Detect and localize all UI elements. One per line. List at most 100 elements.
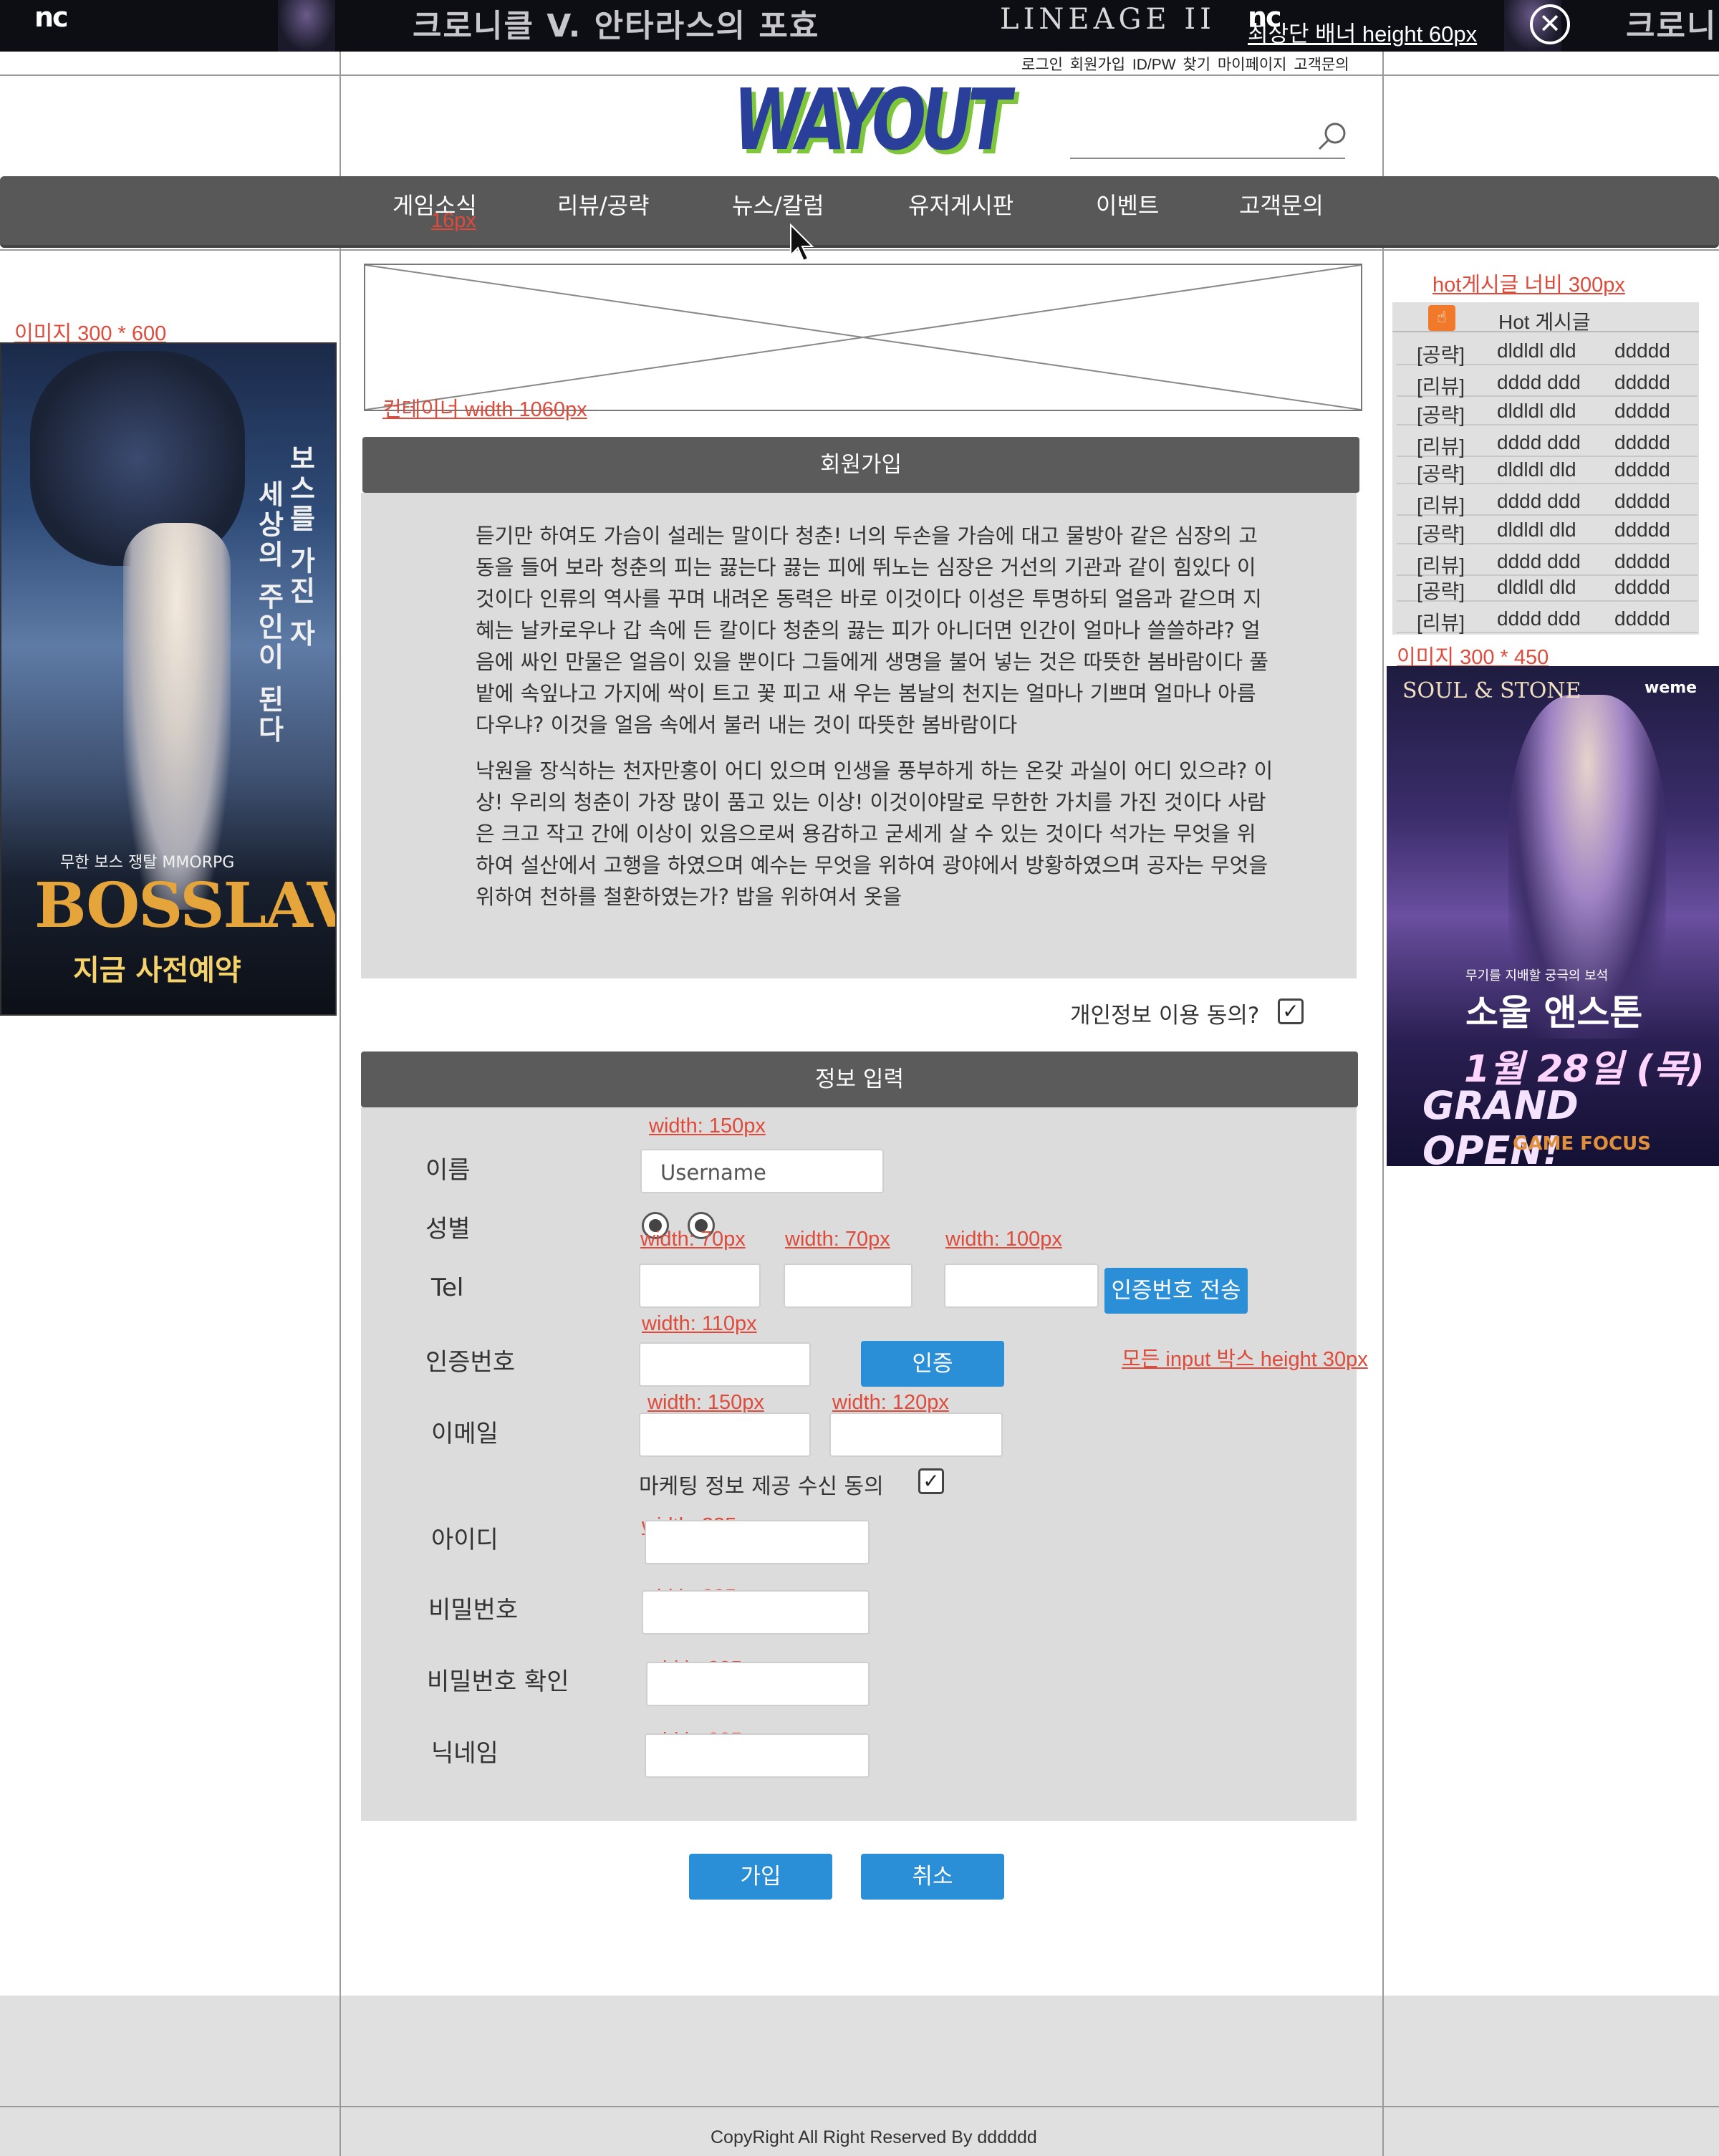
id-label: 아이디	[431, 1526, 499, 1554]
id-input[interactable]	[645, 1520, 870, 1564]
hot-row-tag: [공략]	[1417, 523, 1465, 545]
hot-board-row[interactable]: [공략] dldldl dld ddddd	[1397, 456, 1698, 485]
hot-board-row[interactable]: [리뷰] dddd ddd ddddd	[1397, 428, 1698, 458]
hot-row-author: ddddd	[1614, 340, 1670, 362]
email2-width-note: width: 120px	[832, 1391, 949, 1414]
info-form-box	[361, 1107, 1357, 1821]
ad-game-name: BOSSLAVE	[34, 870, 335, 942]
banner-character-image	[278, 0, 335, 52]
hot-row-title: dldldl dld	[1497, 519, 1576, 541]
search-icon[interactable]	[1315, 119, 1349, 153]
container-width-note: 컨테이너 width 1060px	[382, 398, 587, 421]
email-label: 이메일	[431, 1420, 499, 1448]
auth-width-note: width: 110px	[642, 1312, 757, 1335]
hot-row-tag: [공략]	[1417, 580, 1465, 602]
nav-divider	[0, 249, 1719, 251]
placeholder-cross	[365, 265, 1361, 410]
marketing-agree-checkbox[interactable]: ✓	[918, 1468, 944, 1494]
hot-row-title: dddd ddd	[1497, 490, 1581, 512]
name-input[interactable]: Username	[640, 1149, 884, 1193]
nickname-label: 닉네임	[431, 1739, 499, 1768]
password-input[interactable]	[642, 1590, 870, 1635]
hot-row-title: dldldl dld	[1497, 458, 1576, 481]
hot-board-row[interactable]: [리뷰] dddd ddd ddddd	[1397, 605, 1698, 634]
hot-row-author: ddddd	[1614, 400, 1670, 422]
right-ad-banner[interactable]: SOUL & STONE weme 무기를 지배할 궁극의 보석 소울 앤스톤 …	[1387, 666, 1719, 1166]
hot-row-tag: [리뷰]	[1417, 612, 1465, 634]
tel3-width-note: width: 100px	[945, 1228, 1062, 1251]
hot-row-tag: [리뷰]	[1417, 375, 1465, 398]
main-banner-placeholder	[364, 264, 1362, 411]
hot-row-author: ddddd	[1614, 576, 1670, 598]
email1-width-note: width: 150px	[647, 1391, 764, 1414]
left-ad-banner[interactable]: 보스를 가진 자 세상의 주인이 된다 무한 보스 쟁탈 MMORPG BOSS…	[0, 342, 337, 1016]
hot-board-row[interactable]: [리뷰] dddd ddd ddddd	[1397, 368, 1698, 398]
hot-board-row[interactable]: [공략] dldldl dld ddddd	[1397, 397, 1698, 426]
hot-row-author: ddddd	[1614, 519, 1670, 541]
copyright: CopyRight All Right Reserved By dddddd	[711, 2127, 1037, 2147]
hot-row-author: ddddd	[1614, 490, 1670, 512]
nav-item-board[interactable]: 유저게시판	[908, 188, 1013, 221]
tel-input-2[interactable]	[784, 1264, 913, 1308]
email-id-input[interactable]	[639, 1413, 811, 1457]
hot-row-title: dddd ddd	[1497, 607, 1581, 630]
hot-row-tag: [리뷰]	[1417, 494, 1465, 516]
nav-font-note: 16px	[431, 209, 476, 232]
input-height-note: 모든 input 박스 height 30px	[1122, 1348, 1368, 1371]
footer-divider	[0, 2106, 1719, 2107]
privacy-agree-label: 개인정보 이용 동의?	[1070, 1003, 1260, 1029]
hot-board-row[interactable]: [리뷰] dddd ddd ddddd	[1397, 547, 1698, 577]
ad-gamefocus-logo: GAME FOCUS	[1513, 1133, 1651, 1155]
ad-title: 소울 앤스톤	[1465, 992, 1643, 1034]
nc-logo: nc	[34, 1, 69, 33]
nav-item-event[interactable]: 이벤트	[1096, 188, 1159, 221]
hot-row-title: dldldl dld	[1497, 576, 1576, 598]
name-width-note: width: 150px	[649, 1115, 766, 1137]
banner-title-repeat: 크로니클	[1626, 8, 1718, 44]
hot-board-row[interactable]: [리뷰] dddd ddd ddddd	[1397, 487, 1698, 516]
tel-input-1[interactable]	[639, 1264, 761, 1308]
hot-board-row[interactable]: [공략] dldldl dld ddddd	[1397, 337, 1698, 366]
privacy-agree-checkbox[interactable]: ✓	[1278, 998, 1304, 1024]
password-confirm-input[interactable]	[646, 1662, 870, 1706]
hot-row-tag: [공략]	[1417, 463, 1465, 485]
cancel-button[interactable]: 취소	[861, 1854, 1004, 1900]
nav-item-support[interactable]: 고객문의	[1239, 188, 1324, 221]
send-code-button[interactable]: 인증번호 전송	[1104, 1268, 1248, 1314]
hot-row-author: ddddd	[1614, 550, 1670, 572]
nickname-input[interactable]	[645, 1733, 870, 1778]
wayout-logo[interactable]: WAYOUT WAYOUT	[733, 73, 1020, 166]
auth-code-input[interactable]	[639, 1342, 811, 1387]
marketing-agree-label: 마케팅 정보 제공 수신 동의	[639, 1474, 884, 1499]
logo-text: WAYOUT	[733, 73, 1016, 166]
cursor-icon	[790, 223, 814, 262]
utility-links[interactable]: 로그인 회원가입 ID/PW 찾기 마이페이지 고객문의	[1021, 53, 1349, 74]
ad-game-logo: SOUL & STONE	[1402, 678, 1581, 703]
info-header: 정보 입력	[361, 1051, 1358, 1107]
email-domain-input[interactable]	[829, 1413, 1003, 1457]
terms-text[interactable]: 듣기만 하여도 가슴이 설레는 말이다 청춘! 너의 두손을 가슴에 대고 물방…	[476, 520, 1275, 933]
nav-item-column[interactable]: 뉴스/칼럼	[732, 188, 824, 221]
verify-button[interactable]: 인증	[861, 1341, 1004, 1387]
banner-title: 크로니클 V. 안타라스의 포효	[413, 8, 820, 44]
main-nav	[0, 176, 1719, 248]
hot-board-row[interactable]: [공략] dldldl dld ddddd	[1397, 573, 1698, 602]
hot-row-title: dddd ddd	[1497, 431, 1581, 453]
ad-cta: 지금 사전예약	[73, 954, 241, 987]
footer-left-guide	[340, 1996, 341, 2156]
hot-board-row[interactable]: [공략] dldldl dld ddddd	[1397, 516, 1698, 545]
hot-board-title: Hot 게시글	[1498, 311, 1591, 333]
container-left-guide	[340, 52, 341, 2156]
close-icon[interactable]: ✕	[1530, 4, 1570, 44]
ad-publisher-logo: weme	[1645, 679, 1698, 697]
container-right-guide	[1382, 52, 1384, 2156]
hot-row-title: dddd ddd	[1497, 550, 1581, 572]
nav-item-review[interactable]: 리뷰/공략	[557, 188, 650, 221]
hot-row-title: dddd ddd	[1497, 371, 1581, 393]
password-confirm-label: 비밀번호 확인	[427, 1667, 569, 1696]
top-banner[interactable]: nc 크로니클 V. 안타라스의 포효 LINEAGE II nc 크로니클 최…	[0, 0, 1719, 52]
join-button[interactable]: 가입	[689, 1854, 832, 1900]
hot-board-width-note: hot게시글 너비 300px	[1432, 274, 1625, 297]
tel-input-3[interactable]	[944, 1264, 1099, 1308]
search-input[interactable]	[1070, 158, 1345, 159]
